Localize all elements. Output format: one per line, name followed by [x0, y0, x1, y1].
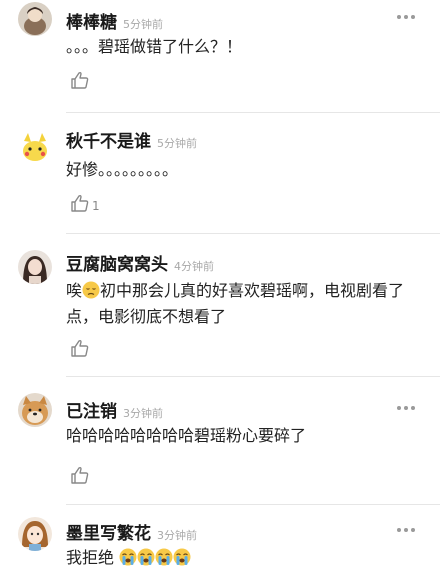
username-text[interactable]: 棒棒糖 [66, 13, 117, 33]
comment-item: 棒棒糖 5分钟前 。。。碧瑶做错了什么？！ [0, 0, 440, 110]
disappointed-face-emoji [82, 281, 100, 299]
loudly-crying-face-emoji [119, 548, 137, 566]
more-dots-icon[interactable] [396, 12, 416, 22]
more-dots-icon[interactable] [396, 403, 416, 413]
username[interactable]: 豆腐脑窝窝头 4分钟前 [66, 250, 214, 275]
loudly-crying-face-emoji [155, 548, 173, 566]
comment-item: 墨里写繁花 3分钟前 我拒绝 [0, 505, 440, 584]
comment-text: 我拒绝 [66, 545, 418, 571]
username-text[interactable]: 已注销 [66, 402, 117, 422]
like-button[interactable] [70, 465, 92, 485]
username[interactable]: 已注销 3分钟前 [66, 397, 163, 422]
loudly-crying-face-emoji [137, 548, 155, 566]
comment-text: 。。。碧瑶做错了什么？！ [66, 37, 243, 56]
comment-item: 秋千不是谁 5分钟前 好惨。。。。。。。。。 1 [0, 113, 440, 233]
comment-text-part: 唉 [66, 281, 83, 300]
avatar[interactable] [18, 2, 52, 36]
avatar[interactable] [18, 131, 52, 165]
timestamp: 5分钟前 [157, 137, 197, 150]
username-text[interactable]: 豆腐脑窝窝头 [66, 255, 168, 275]
comment-text: 哈哈哈哈哈哈哈哈碧瑶粉心要碎了 [66, 426, 307, 445]
comment-item: 豆腐脑窝窝头 4分钟前 唉 初中那会儿真的好喜欢碧瑶啊，电视剧看了点，电影彻底不想… [0, 234, 440, 374]
timestamp: 5分钟前 [123, 18, 163, 31]
thumbs-up-icon [71, 71, 89, 89]
like-count: 1 [92, 199, 100, 213]
like-button[interactable] [70, 70, 92, 90]
username[interactable]: 墨里写繁花 3分钟前 [66, 519, 197, 544]
loudly-crying-face-emoji [173, 548, 191, 566]
username-text[interactable]: 秋千不是谁 [66, 132, 151, 152]
comment-text-part: 我拒绝 [66, 548, 115, 567]
comment-text: 唉 初中那会儿真的好喜欢碧瑶啊，电视剧看了点，电影彻底不想看了 [66, 278, 418, 330]
avatar[interactable] [18, 250, 52, 284]
comment-list: 棒棒糖 5分钟前 。。。碧瑶做错了什么？！ 秋千不是谁 5分钟前 好惨。。。。。… [0, 0, 440, 584]
comment-item: 已注销 3分钟前 哈哈哈哈哈哈哈哈碧瑶粉心要碎了 [0, 377, 440, 502]
comment-text: 好惨。。。。。。。。。 [66, 160, 179, 179]
username[interactable]: 棒棒糖 5分钟前 [66, 8, 163, 33]
more-dots-icon[interactable] [396, 525, 416, 535]
like-button[interactable] [70, 338, 92, 358]
timestamp: 4分钟前 [174, 260, 214, 273]
avatar[interactable] [18, 393, 52, 427]
comment-text-part: 初中那会儿真的好喜欢碧瑶啊，电视剧看了点，电影彻底不想看了 [66, 281, 405, 326]
thumbs-up-icon [71, 339, 89, 357]
thumbs-up-icon [71, 194, 89, 212]
username[interactable]: 秋千不是谁 5分钟前 [66, 127, 197, 152]
like-button[interactable]: 1 [70, 193, 100, 213]
avatar[interactable] [18, 517, 52, 551]
timestamp: 3分钟前 [123, 407, 163, 420]
username-text[interactable]: 墨里写繁花 [66, 524, 151, 544]
thumbs-up-icon [71, 466, 89, 484]
timestamp: 3分钟前 [157, 529, 197, 542]
